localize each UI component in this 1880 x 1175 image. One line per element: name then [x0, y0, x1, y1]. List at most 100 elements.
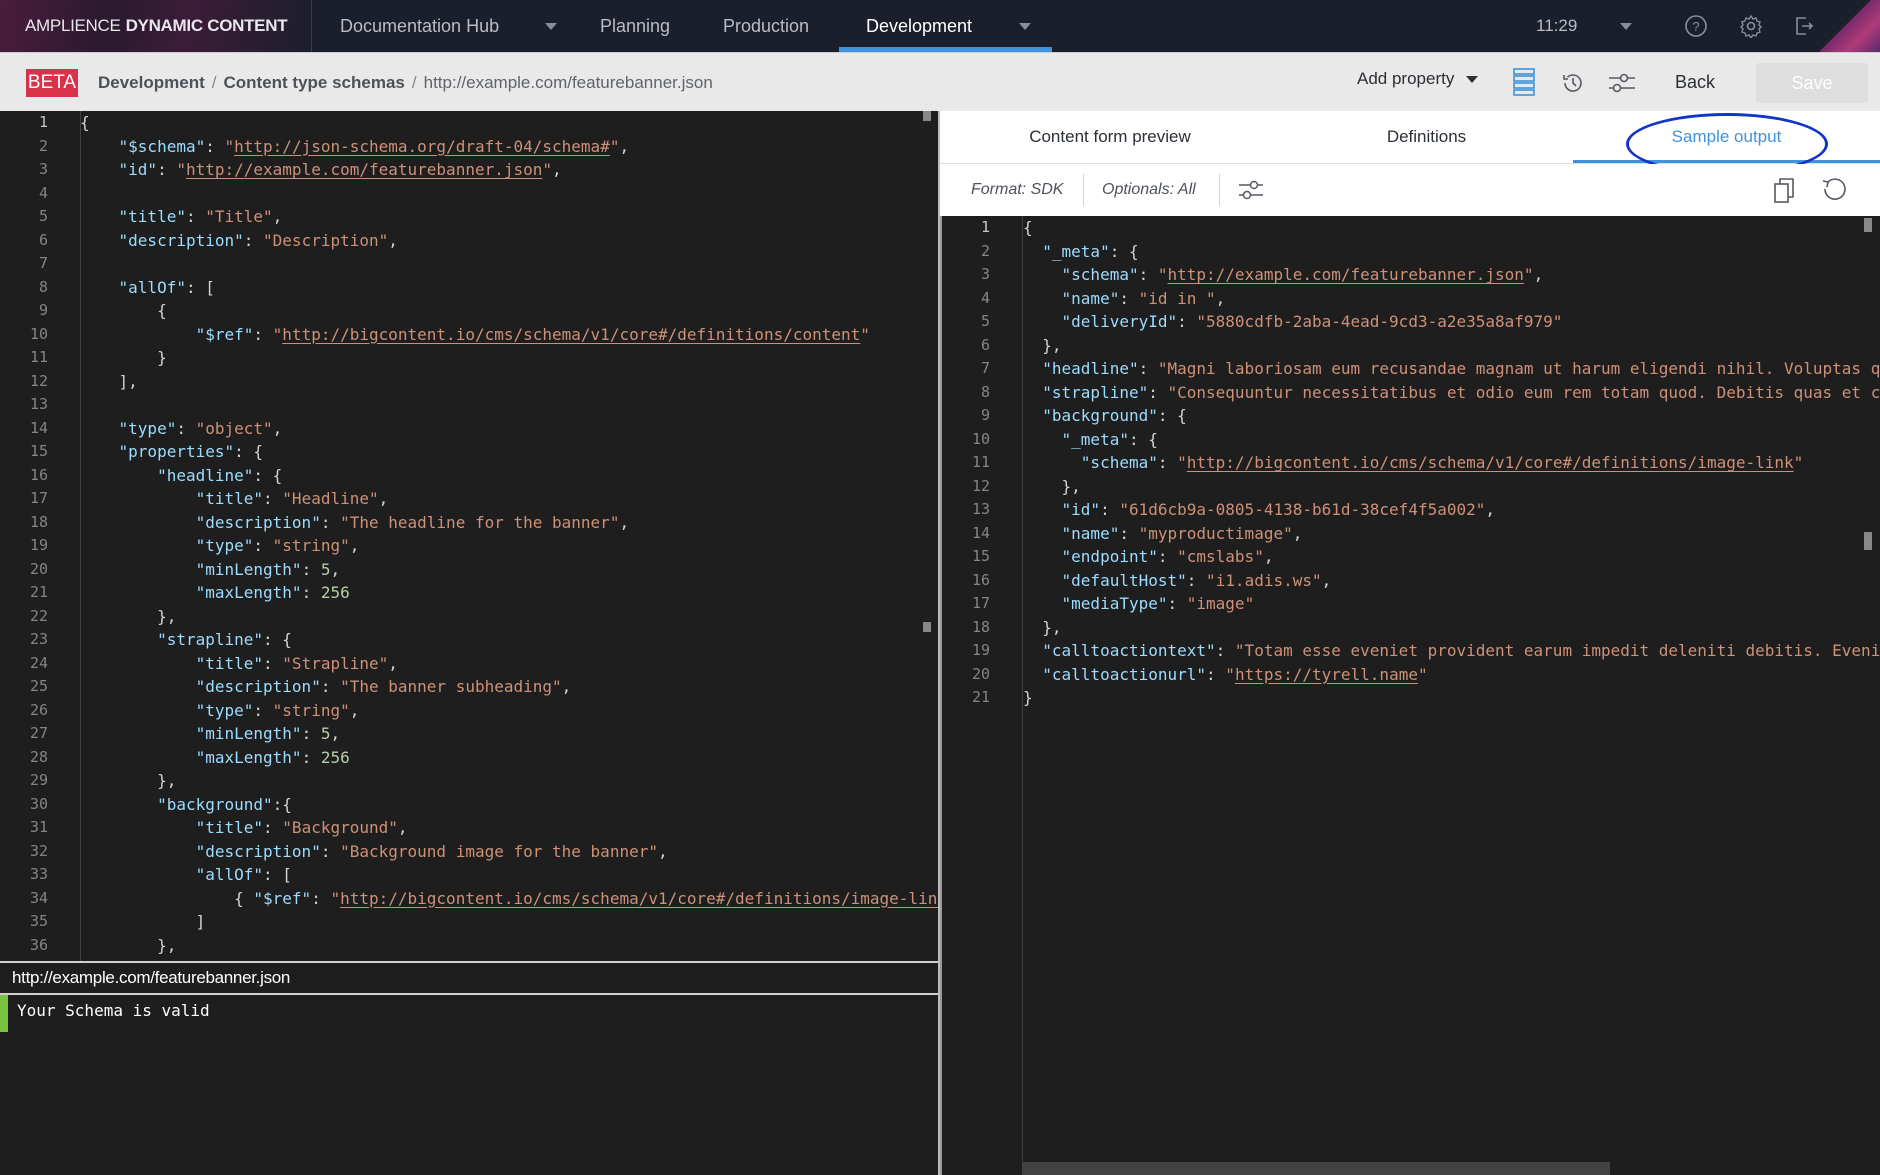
copy-icon[interactable] [1772, 164, 1796, 216]
code-token: " [272, 324, 283, 344]
code-link[interactable]: http://bigcontent.io/cms/schema/v1/core#… [282, 325, 860, 344]
code-link[interactable]: http://json-schema.org/draft-04/schema# [234, 137, 610, 156]
code-line: "_meta": { [1023, 428, 1880, 452]
line-number: 30 [29, 794, 48, 813]
line-number: 29 [29, 771, 48, 789]
code-token: : [301, 724, 321, 743]
code-line: }, [1023, 475, 1880, 499]
line-number: 7 [38, 254, 48, 272]
list-view-icon[interactable] [1509, 67, 1539, 97]
code-line: "$schema": "http://json-schema.org/draft… [80, 135, 940, 159]
active-tab-indicator [1573, 160, 1880, 163]
save-button[interactable]: Save [1756, 63, 1868, 103]
help-icon[interactable]: ? [1681, 11, 1711, 41]
code-token: "calltoactiontext" [1042, 641, 1216, 660]
code-token: } [80, 348, 167, 367]
code-token: "Magni laboriosam eum recusandae magnam … [1157, 359, 1880, 378]
code-token: : [253, 536, 273, 555]
breadcrumb-separator: / [211, 72, 217, 92]
code-line: "minLength": 5, [80, 558, 940, 582]
code-token: "title" [195, 818, 264, 837]
code-token: :{ [272, 794, 292, 814]
nav-planning[interactable]: Planning [600, 0, 670, 52]
code-token: "schema" [1061, 265, 1139, 284]
code-link[interactable]: http://example.com/featurebanner.json [186, 160, 542, 179]
code-line: "headline": { [80, 464, 940, 488]
code-link[interactable]: http://example.com/featurebanner.json [1168, 265, 1524, 284]
code-token: "description" [195, 841, 321, 861]
line-number-gutter: 1 2 3 4 5 6 7 8 9 10 11 12 13 14 15 16 17 18 19 20 21 [942, 216, 1022, 710]
code-token: { [80, 301, 167, 320]
code-content[interactable]: { "_meta": { "schema": "http://example.c… [1023, 216, 1880, 710]
toolbar-divider [1219, 174, 1220, 206]
code-line: ] [80, 910, 940, 934]
add-property-button[interactable]: Add property [1357, 69, 1479, 89]
tab-definitions[interactable]: Definitions [1280, 111, 1573, 163]
development-menu-toggle[interactable] [1019, 0, 1031, 52]
code-token: " [1523, 265, 1534, 284]
refresh-icon[interactable] [1820, 164, 1848, 216]
chevron-down-icon [1620, 22, 1632, 30]
line-number: 31 [29, 818, 48, 836]
code-token: "$schema" [118, 136, 206, 156]
brand-logo[interactable]: AMPLIENCE DYNAMIC CONTENT [0, 0, 312, 52]
decorative-corner-graphic [1820, 0, 1880, 52]
code-token: "object" [195, 418, 273, 438]
toolbar: BETA Development / Content type schemas … [0, 52, 1880, 111]
schema-code-editor[interactable]: 1 2 3 4 5 6 7 8 9 10 11 12 13 14 15 16 17 18 19 20 21 22 23 24 2… [0, 111, 940, 961]
breadcrumb-development[interactable]: Development [98, 73, 205, 93]
code-content[interactable]: { "$schema": "http://json-schema.org/dra… [80, 111, 940, 957]
back-button[interactable]: Back [1675, 72, 1715, 93]
code-token: , [388, 230, 398, 250]
code-line: "maxLength": 256 [80, 746, 940, 770]
code-token: "schema" [1080, 453, 1158, 472]
logout-icon[interactable] [1789, 11, 1819, 41]
code-token: "headline" [157, 465, 254, 485]
nav-production[interactable]: Production [723, 0, 809, 52]
code-token: "_meta" [1042, 241, 1110, 261]
code-link[interactable]: http://bigcontent.io/cms/schema/v1/core#… [1187, 453, 1794, 472]
breadcrumb-separator: / [411, 72, 417, 92]
breadcrumb-content-type-schemas[interactable]: Content type schemas [223, 73, 404, 93]
code-token: "allOf" [195, 865, 264, 884]
time-menu-toggle[interactable] [1620, 0, 1632, 52]
code-line: "allOf": [ [80, 863, 940, 887]
sample-output-editor[interactable]: 1 2 3 4 5 6 7 8 9 10 11 12 13 14 15 16 17 18 19 20 21 { "_me… [940, 216, 1880, 1175]
scrollbar-marker [1864, 218, 1872, 232]
settings-gear-icon[interactable] [1736, 11, 1766, 41]
filter-sliders-icon[interactable] [1237, 164, 1265, 216]
code-link[interactable]: http://bigcontent.io/cms/schema/v1/core#… [340, 889, 940, 908]
hub-selector[interactable]: Documentation Hub [340, 0, 558, 52]
code-token: "myproductimage" [1138, 523, 1293, 543]
horizontal-scrollbar[interactable] [1022, 1162, 1610, 1175]
code-line: }, [80, 605, 940, 629]
code-line: "allOf": [ [80, 276, 940, 300]
code-token: : [263, 818, 283, 837]
code-token: : [157, 160, 177, 179]
breadcrumb: Development / Content type schemas / htt… [98, 53, 713, 112]
code-token: , [1292, 523, 1303, 543]
sliders-icon[interactable] [1606, 68, 1636, 98]
tab-sample-output[interactable]: Sample output [1573, 111, 1880, 163]
code-token: , [619, 512, 630, 532]
code-line: "description": "The banner subheading", [80, 675, 940, 699]
format-selector[interactable]: Format: SDK [971, 164, 1063, 216]
nav-development[interactable]: Development [866, 0, 972, 52]
line-number: 16 [971, 570, 990, 589]
line-number: 16 [29, 465, 48, 484]
code-token: "mediaType" [1061, 594, 1168, 613]
code-token: "background" [1042, 406, 1158, 425]
code-token: "name" [1061, 523, 1120, 543]
code-link[interactable]: https://tyrell.name [1235, 665, 1418, 684]
tab-content-form-preview[interactable]: Content form preview [940, 111, 1280, 163]
code-token: "5880cdfb-2aba-4ead-9cd3-a2e35a8af979" [1196, 312, 1563, 331]
history-icon[interactable] [1558, 68, 1588, 98]
optionals-selector[interactable]: Optionals: All [1102, 164, 1196, 216]
